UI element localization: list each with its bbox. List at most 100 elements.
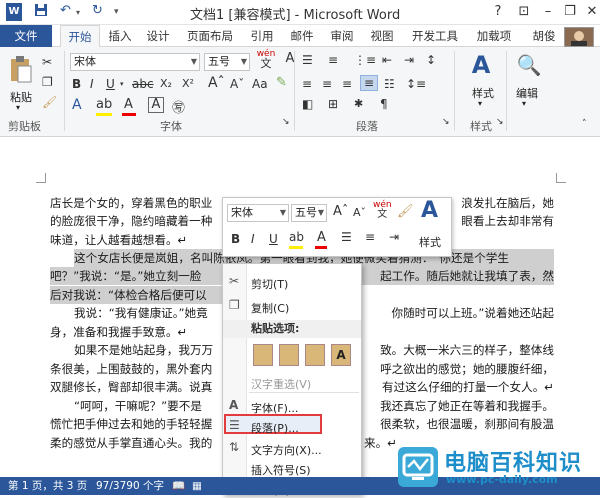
editing-dropdown-icon[interactable]: ▾	[522, 99, 526, 108]
doc-line-selected[interactable]: 起工作。随后她就让我填了表，然	[364, 267, 554, 286]
save-icon[interactable]	[34, 3, 48, 21]
justify-icon[interactable]: ≡	[360, 75, 378, 91]
help-button[interactable]: ?	[484, 2, 512, 22]
styles-dialog-launcher-icon[interactable]: ↘	[496, 117, 504, 127]
underline-icon[interactable]: U	[106, 77, 115, 91]
tab-home[interactable]: 开始	[60, 25, 100, 48]
shrink-font-icon[interactable]: Aˇ	[230, 77, 244, 91]
show-marks-icon[interactable]: ¶	[380, 97, 388, 111]
bold-icon[interactable]: B	[72, 77, 81, 91]
menu-item-reconvert[interactable]: 汉字重选(V)	[251, 376, 311, 392]
borders-icon[interactable]: ⊞	[328, 97, 338, 111]
paragraph-dialog-launcher-icon[interactable]: ↘	[442, 117, 450, 127]
menu-item-insert-symbol[interactable]: 插入符号(S)	[251, 462, 311, 478]
distributed-icon[interactable]: ☷	[384, 77, 395, 91]
change-case-icon[interactable]: Aa	[252, 77, 268, 91]
tab-view[interactable]: 视图	[366, 25, 398, 47]
tab-review[interactable]: 审阅	[326, 25, 358, 47]
tab-references[interactable]: 引用	[246, 25, 278, 47]
tab-file[interactable]: 文件	[0, 25, 52, 47]
styles-label[interactable]: 样式	[472, 85, 494, 101]
tab-design[interactable]: 设计	[142, 25, 174, 47]
mini-styles-icon[interactable]: A	[421, 198, 438, 223]
text-effects-icon[interactable]: A	[72, 97, 82, 113]
mini-shrink-font-icon[interactable]: Aˇ	[353, 206, 366, 219]
mini-grow-font-icon[interactable]: Aˆ	[333, 204, 348, 219]
language-icon[interactable]: ▦	[192, 477, 202, 495]
menu-item-text-direction[interactable]: 文字方向(X)...	[251, 442, 322, 458]
enclose-chars-icon[interactable]: ㊢	[172, 97, 185, 116]
proofing-icon[interactable]: 📖	[172, 477, 185, 495]
copy-icon[interactable]: ❐	[42, 75, 53, 89]
close-button[interactable]: ✕	[578, 2, 600, 22]
clear-formatting-icon[interactable]: ✎	[276, 75, 287, 90]
tab-page-layout[interactable]: 页面布局	[182, 25, 238, 47]
align-center-icon[interactable]: ≡	[322, 77, 332, 91]
grow-font-icon[interactable]: Aˆ	[208, 75, 225, 91]
page-indicator[interactable]: 第 1 页，共 3 页	[8, 477, 87, 495]
mini-highlight-icon[interactable]: ab	[289, 230, 304, 244]
char-border-icon[interactable]: A	[280, 51, 300, 66]
char-shading-icon[interactable]: A	[148, 97, 164, 113]
tab-addins[interactable]: 加载项	[472, 25, 516, 47]
font-name-combo[interactable]: 宋体 ▼	[70, 53, 200, 71]
mini-styles-label[interactable]: 样式	[419, 234, 441, 250]
styles-gallery-icon[interactable]: A	[466, 51, 496, 79]
mini-underline-icon[interactable]: U	[269, 232, 278, 246]
chinese-layout-icon[interactable]: ✱	[354, 97, 363, 110]
paste-merge-format-icon[interactable]	[279, 344, 299, 366]
paste-text-only-icon[interactable]: A	[331, 344, 351, 366]
paste-dropdown-icon[interactable]: ▾	[16, 103, 20, 112]
undo-icon[interactable]: ↶	[60, 3, 71, 21]
collapse-ribbon-icon[interactable]: ˄	[582, 119, 587, 129]
superscript-icon[interactable]: X²	[182, 77, 194, 90]
mini-phonetic-guide-icon[interactable]: wén 文	[373, 200, 392, 220]
mini-font-size-combo[interactable]: 五号 ▼	[291, 204, 327, 222]
editing-label[interactable]: 编辑	[516, 85, 538, 101]
multilevel-list-icon[interactable]: ⋮≡	[354, 53, 376, 67]
increase-indent-icon[interactable]: ⇥	[404, 53, 414, 67]
paste-icon[interactable]	[8, 55, 34, 87]
italic-icon[interactable]: I	[90, 77, 94, 91]
menu-item-paragraph[interactable]: 段落(P)...	[251, 420, 299, 436]
styles-dropdown-icon[interactable]: ▾	[478, 99, 482, 108]
align-left-icon[interactable]: ≡	[302, 77, 312, 91]
line-spacing-icon[interactable]: ↕≡	[406, 77, 426, 91]
paste-label[interactable]: 粘贴	[10, 89, 32, 105]
avatar[interactable]	[564, 27, 594, 47]
font-dialog-launcher-icon[interactable]: ↘	[282, 117, 290, 127]
tab-developer[interactable]: 开发工具	[406, 25, 464, 47]
mini-bold-icon[interactable]: B	[231, 232, 240, 246]
font-size-combo[interactable]: 五号 ▼	[204, 53, 250, 71]
mini-format-painter-icon[interactable]: 🖌	[397, 204, 414, 219]
paste-picture-icon[interactable]	[305, 344, 325, 366]
user-name[interactable]: 胡俊	[528, 25, 560, 47]
underline-dropdown-icon[interactable]: ▾	[120, 80, 124, 88]
tab-insert[interactable]: 插入	[104, 25, 136, 47]
doc-line-selected[interactable]: 后对我说：“体检合格后便可以	[50, 286, 222, 305]
customize-quick-access-icon[interactable]: ▾	[114, 7, 119, 25]
mini-font-color-icon[interactable]: A	[317, 230, 326, 245]
numbering-icon[interactable]: ≡	[328, 53, 338, 67]
mini-numbering-icon[interactable]: ≡	[365, 230, 375, 244]
font-color-icon[interactable]: A	[124, 97, 133, 112]
highlight-color-icon[interactable]: ab	[96, 97, 112, 112]
find-icon[interactable]: 🔍	[514, 53, 544, 77]
mini-italic-icon[interactable]: I	[251, 232, 255, 246]
word-app-icon[interactable]: W	[6, 3, 22, 21]
redo-icon[interactable]: ↻	[92, 3, 103, 21]
menu-item-copy[interactable]: 复制(C)	[251, 300, 289, 316]
mini-indent-icon[interactable]: ⇥	[389, 230, 399, 244]
shading-icon[interactable]: ◧	[302, 97, 313, 111]
mini-font-name-combo[interactable]: 宋体 ▼	[227, 204, 289, 222]
align-right-icon[interactable]: ≡	[342, 77, 352, 91]
menu-item-cut[interactable]: 剪切(T)	[251, 276, 288, 292]
mini-bullets-icon[interactable]: ☰	[341, 230, 352, 244]
decrease-indent-icon[interactable]: ⇤	[382, 53, 392, 67]
phonetic-guide-icon[interactable]: wén 文	[254, 49, 278, 70]
undo-dropdown-icon[interactable]: ▾	[76, 8, 80, 26]
format-painter-icon[interactable]: 🖌	[42, 95, 57, 109]
subscript-icon[interactable]: X₂	[160, 77, 172, 90]
bullets-icon[interactable]: ☰	[302, 53, 313, 67]
paste-keep-source-icon[interactable]	[253, 344, 273, 366]
